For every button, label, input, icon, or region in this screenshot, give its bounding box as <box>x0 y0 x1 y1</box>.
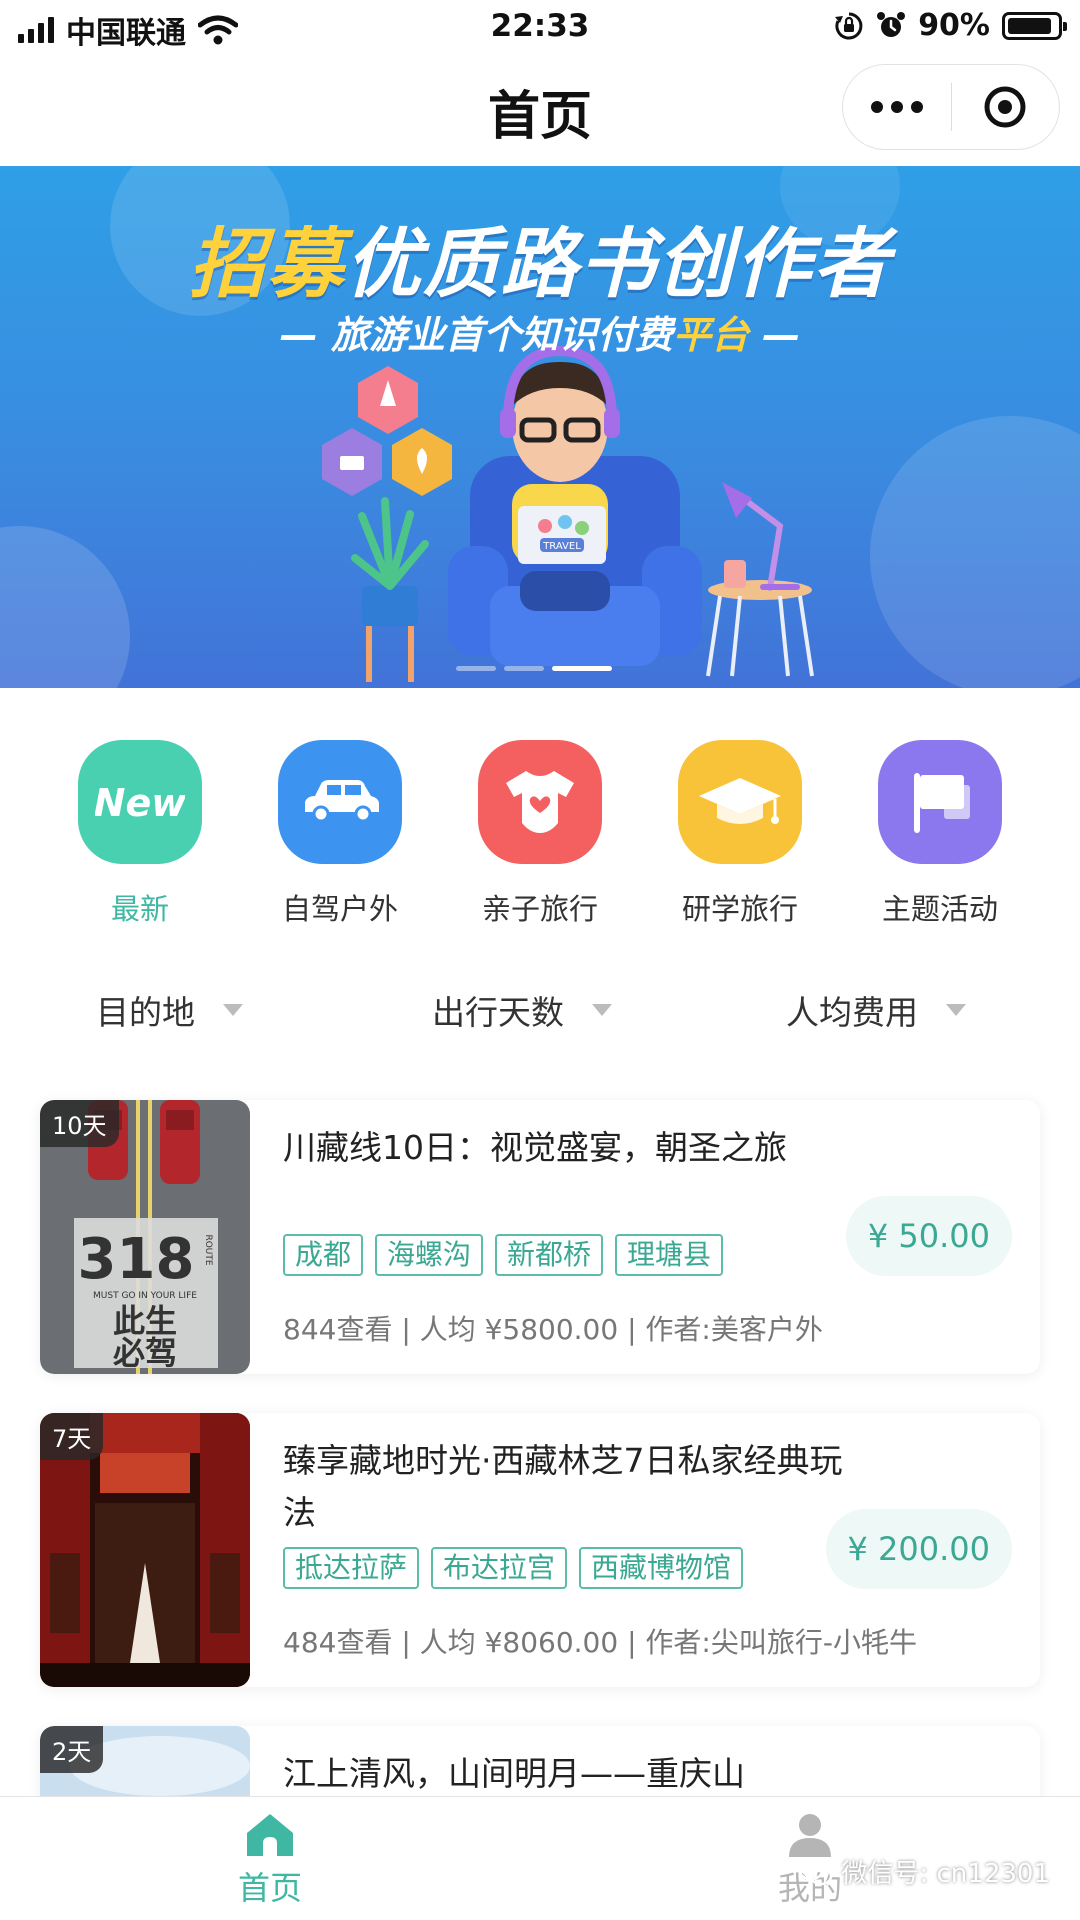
days-badge: 10天 <box>40 1100 119 1147</box>
category-item[interactable]: 主题活动 <box>840 740 1040 940</box>
filter-dropdown[interactable]: 目的地 <box>96 986 243 1034</box>
category-label: 亲子旅行 <box>481 892 598 926</box>
close-mini-program-button[interactable] <box>952 64 1060 150</box>
location-tag: 成都 <box>283 1234 364 1276</box>
mini-program-capsule <box>842 64 1060 150</box>
car-icon <box>278 740 402 864</box>
location-tag: 西藏博物馆 <box>579 1547 744 1589</box>
price-badge: ¥ 200.00 <box>825 1509 1012 1589</box>
location-tag: 海螺沟 <box>375 1234 484 1276</box>
location-tag: 理塘县 <box>615 1234 724 1276</box>
filter-dropdown[interactable]: 人均费用 <box>786 986 966 1034</box>
banner-headline-highlight: 招募 <box>189 219 345 308</box>
laptop-sticker: TRAVEL <box>542 541 581 552</box>
filter-bar: 目的地 出行天数 人均费用 <box>0 986 1080 1046</box>
category-item[interactable]: 研学旅行 <box>640 740 840 940</box>
chevron-down-icon <box>592 1004 612 1016</box>
orientation-lock-icon <box>835 12 863 39</box>
category-item[interactable]: 自驾户外 <box>240 740 440 940</box>
category-label: 最新 <box>110 892 169 926</box>
chevron-down-icon <box>946 1004 966 1016</box>
tag-list: 成都 海螺沟 新都桥 理塘县 <box>283 1234 724 1276</box>
baby-onesie-icon <box>478 740 602 864</box>
trip-meta: 484查看 | 人均 ¥8060.00 | 作者:尖叫旅行-小牦牛 <box>283 1626 917 1659</box>
trip-meta: 844查看 | 人均 ¥5800.00 | 作者:美客户外 <box>283 1313 823 1346</box>
banner-headline: 招募优质路书创作者 <box>0 202 1080 312</box>
filter-label: 人均费用 <box>786 993 918 1032</box>
banner-sub-prefix: — 旅游业首个知识付费 <box>279 313 673 357</box>
category-label: 自驾户外 <box>281 892 398 926</box>
trip-card[interactable]: 7天臻享藏地时光·西藏林芝7日私家经典玩法抵达拉萨 布达拉宫 西藏博物馆 ¥ 200.… <box>40 1413 1040 1687</box>
navigation-bar: 首页 <box>0 56 1080 166</box>
carousel-dot[interactable] <box>456 666 496 671</box>
filter-dropdown[interactable]: 出行天数 <box>432 986 612 1034</box>
status-right: 90% <box>834 8 1067 43</box>
category-grid: New 最新 自驾户外 亲子旅行 研学旅行 主题活动 <box>0 740 1080 940</box>
tag-list: 抵达拉萨 布达拉宫 西藏博物馆 <box>283 1547 744 1589</box>
trip-title: 川藏线10日：视觉盛宴，朝圣之旅 <box>283 1128 787 1167</box>
home-icon <box>247 1814 293 1856</box>
carousel-dot[interactable] <box>552 666 612 671</box>
new-badge-icon: New <box>78 740 202 864</box>
tab-home-label: 首页 <box>237 1869 302 1907</box>
tab-home[interactable]: 首页 <box>200 1811 340 1909</box>
banner-sub-highlight: 平台 <box>672 313 749 357</box>
days-badge: 2天 <box>40 1726 104 1773</box>
carousel-indicator <box>456 666 612 671</box>
wechat-icon <box>798 1857 833 1885</box>
location-tag: 新都桥 <box>495 1234 604 1276</box>
graduation-cap-icon <box>678 740 802 864</box>
trip-title: 臻享藏地时光·西藏林芝7日私家经典玩法 <box>283 1441 843 1532</box>
watermark-text: 微信号: cn12301 <box>841 1859 1050 1889</box>
days-badge: 7天 <box>40 1413 104 1460</box>
battery-icon <box>1002 11 1067 40</box>
thumb-caption: MUST GO IN YOUR LIFE <box>93 1291 197 1301</box>
trip-thumbnail: 318 ROUTE MUST GO IN YOUR LIFE 此生 必驾 10天 <box>40 1100 250 1374</box>
banner-headline-rest: 优质路书创作者 <box>345 219 891 308</box>
battery-percentage: 90% <box>918 8 990 43</box>
trip-thumbnail: 7天 <box>40 1413 250 1687</box>
carousel-dot[interactable] <box>504 666 544 671</box>
thumb-route-number: 318 <box>78 1227 195 1292</box>
category-item[interactable]: 亲子旅行 <box>440 740 640 940</box>
trip-card[interactable]: 318 ROUTE MUST GO IN YOUR LIFE 此生 必驾 10天 川藏线10… <box>40 1100 1040 1374</box>
wechat-watermark: 微信号: cn12301 <box>797 1853 1050 1890</box>
category-item[interactable]: New 最新 <box>40 740 240 940</box>
price-badge: ¥ 50.00 <box>845 1196 1012 1276</box>
promo-banner[interactable]: TRAVEL 招募优质路书创作者 — 旅游业首个知识付费平台 — <box>0 166 1080 688</box>
alarm-icon <box>877 11 906 37</box>
banner-subtitle: — 旅游业首个知识付费平台 — <box>0 304 1080 359</box>
battery-level <box>1008 17 1052 34</box>
svg-text:New: New <box>95 781 185 825</box>
trip-title: 江上清风，山间明月——重庆山 <box>283 1754 745 1793</box>
flag-icon <box>878 740 1002 864</box>
location-tag: 抵达拉萨 <box>283 1547 420 1589</box>
more-options-button[interactable] <box>843 64 951 150</box>
banner-sub-suffix: — <box>749 313 801 357</box>
location-tag: 布达拉宫 <box>431 1547 568 1589</box>
filter-label: 出行天数 <box>432 993 564 1032</box>
category-label: 研学旅行 <box>681 892 798 926</box>
filter-label: 目的地 <box>96 993 195 1032</box>
thumb-route-label: ROUTE <box>203 1234 213 1265</box>
status-bar: 中国联通 22:33 90% <box>0 0 1080 56</box>
thumb-slogan: 必驾 <box>113 1334 177 1372</box>
user-icon <box>789 1814 831 1857</box>
category-label: 主题活动 <box>881 892 998 926</box>
target-icon <box>984 86 1026 128</box>
chevron-down-icon <box>223 1004 243 1016</box>
